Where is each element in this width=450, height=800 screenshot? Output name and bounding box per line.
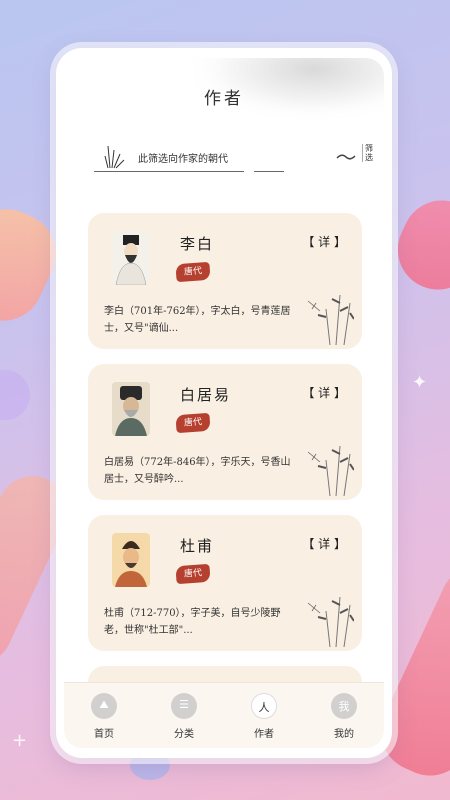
tab-label: 作者 — [254, 729, 274, 740]
mountain-icon: ⛰ — [91, 693, 117, 719]
filter-button-label: 筛选 — [362, 144, 376, 162]
dynasty-badge: 唐代 — [175, 563, 211, 585]
app-screen: 作者 此筛选向作家的朝代 筛选 李白 【 详 】 唐代 李白（701年-762年… — [64, 58, 384, 748]
bamboo-ink-icon — [307, 596, 354, 647]
background-shape — [384, 187, 450, 303]
grass-icon — [104, 145, 125, 169]
dynasty-badge: 唐代 — [175, 261, 211, 283]
filter-underline — [94, 171, 244, 172]
tab-label: 我的 — [334, 729, 354, 740]
author-portrait — [112, 231, 150, 285]
author-name: 白居易 — [180, 386, 232, 404]
author-icon: 人 — [251, 693, 277, 719]
ink-brush-icon — [336, 154, 356, 160]
dynasty-badge: 唐代 — [175, 412, 211, 434]
detail-link[interactable]: 【 详 】 — [302, 384, 346, 401]
detail-link[interactable]: 【 详 】 — [302, 233, 346, 250]
author-name: 李白 — [180, 235, 215, 253]
filter-placeholder: 此筛选向作家的朝代 — [138, 154, 228, 165]
tab-category[interactable]: ☰ 分类 — [144, 683, 224, 748]
profile-icon: 我 — [331, 693, 357, 719]
author-portrait — [112, 533, 150, 587]
filter-button[interactable]: 筛选 — [336, 144, 376, 172]
tab-label: 分类 — [174, 729, 194, 740]
filter-underline — [254, 171, 284, 172]
tab-label: 首页 — [94, 729, 114, 740]
author-card[interactable]: 杜甫 【 详 】 唐代 杜甫（712-770），字子美，自号少陵野老，世称"杜工… — [88, 515, 362, 651]
detail-link[interactable]: 【 详 】 — [302, 535, 346, 552]
tab-profile[interactable]: 我 我的 — [304, 683, 384, 748]
author-portrait — [112, 382, 150, 436]
dynasty-filter[interactable]: 此筛选向作家的朝代 筛选 — [94, 144, 373, 172]
tab-home[interactable]: ⛰ 首页 — [64, 683, 144, 748]
page-title: 作者 — [204, 89, 244, 109]
phone-frame: 作者 此筛选向作家的朝代 筛选 李白 【 详 】 唐代 李白（701年-762年… — [56, 48, 392, 758]
bottom-tab-bar: ⛰ 首页 ☰ 分类 人 作者 我 我的 — [64, 682, 384, 748]
author-description: 白居易（772年-846年），字乐天，号香山居士，又号醉吟... — [104, 457, 291, 485]
author-card[interactable]: 李白 【 详 】 唐代 李白（701年-762年），字太白，号青莲居士，又号"谪… — [88, 213, 362, 349]
author-card[interactable]: 白居易 【 详 】 唐代 白居易（772年-846年），字乐天，号香山居士，又号… — [88, 364, 362, 500]
sparkle-icon: ✦ — [412, 372, 428, 393]
author-description: 杜甫（712-770），字子美，自号少陵野老，世称"杜工部"... — [104, 608, 281, 636]
category-icon: ☰ — [171, 693, 197, 719]
sparkle-icon: + — [12, 730, 28, 751]
tab-author[interactable]: 人 作者 — [224, 683, 304, 748]
bamboo-ink-icon — [307, 445, 354, 496]
author-name: 杜甫 — [180, 537, 215, 555]
bamboo-ink-icon — [307, 294, 354, 345]
background-shape — [0, 370, 30, 420]
author-description: 李白（701年-762年），字太白，号青莲居士，又号"谪仙... — [104, 306, 291, 334]
